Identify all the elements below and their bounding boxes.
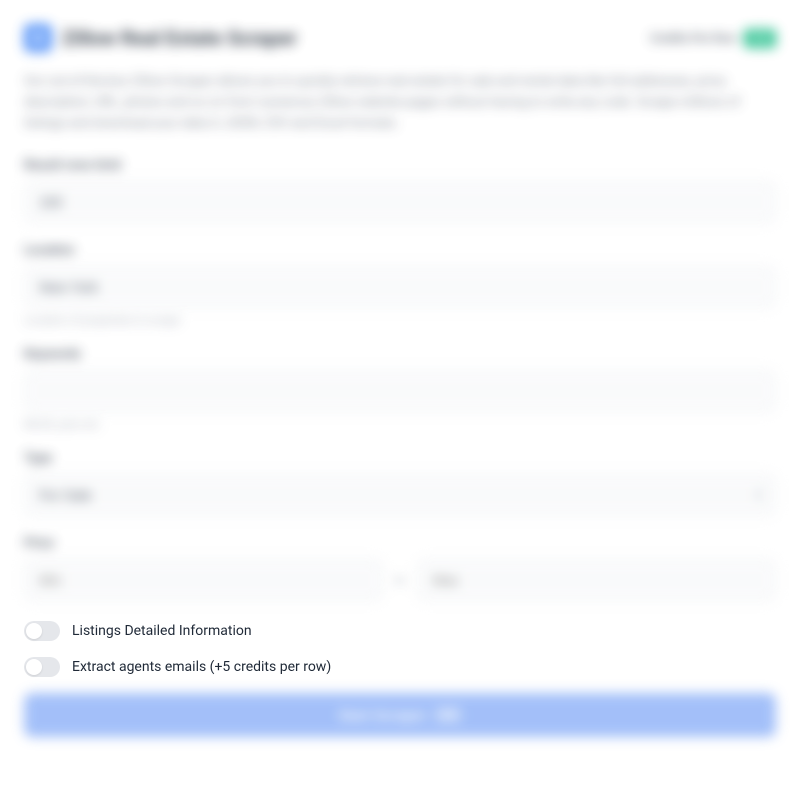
detailed-toggle[interactable] [24,621,60,641]
detailed-toggle-row: Listings Detailed Information [24,621,776,641]
scraper-form-container: Zillow Real Estate Scraper Credits Per R… [0,0,800,761]
agents-emails-toggle-row: Extract agents emails (+5 credits per ro… [24,657,776,677]
price-from-input[interactable] [24,559,383,601]
submit-label: Start Scraper [338,707,426,723]
type-group: Type [24,451,776,516]
header: Zillow Real Estate Scraper Credits Per R… [24,24,776,52]
header-right: Credits Per Row 0.8 [650,29,776,48]
detailed-toggle-label: Listings Detailed Information [72,623,252,639]
type-label: Type [24,451,776,466]
type-select-wrap [24,474,776,516]
header-left: Zillow Real Estate Scraper [24,24,297,52]
submit-badge: 0.8 [434,707,461,723]
location-group: Location Location of properties to scrap… [24,243,776,327]
location-input[interactable] [24,266,776,308]
price-label: Price [24,536,776,551]
keywords-label: Keywords [24,347,776,362]
price-to-input[interactable] [417,559,776,601]
description: Our out-of-the-box Zillow Scraper allows… [24,72,776,134]
start-scraper-button[interactable]: Start Scraper 0.8 [24,693,776,737]
type-select[interactable] [24,474,776,516]
result-limit-input[interactable] [24,181,776,223]
keywords-group: Keywords MLS#, yard, etc. [24,347,776,431]
location-label: Location [24,243,776,258]
page-title: Zillow Real Estate Scraper [62,26,297,50]
result-limit-label: Result rows limit [24,158,776,173]
result-limit-group: Result rows limit [24,158,776,223]
agents-emails-toggle[interactable] [24,657,60,677]
price-group: Price to [24,536,776,601]
credits-badge: 0.8 [744,29,776,48]
price-row: to [24,559,776,601]
app-icon [24,24,52,52]
house-icon [29,29,47,47]
location-helper: Location of properties to scrape [24,314,776,327]
agents-emails-toggle-label: Extract agents emails (+5 credits per ro… [72,659,331,675]
price-separator: to [395,573,406,587]
keywords-helper: MLS#, yard, etc. [24,418,776,431]
credits-label: Credits Per Row [650,31,736,45]
keywords-input[interactable] [24,370,776,412]
